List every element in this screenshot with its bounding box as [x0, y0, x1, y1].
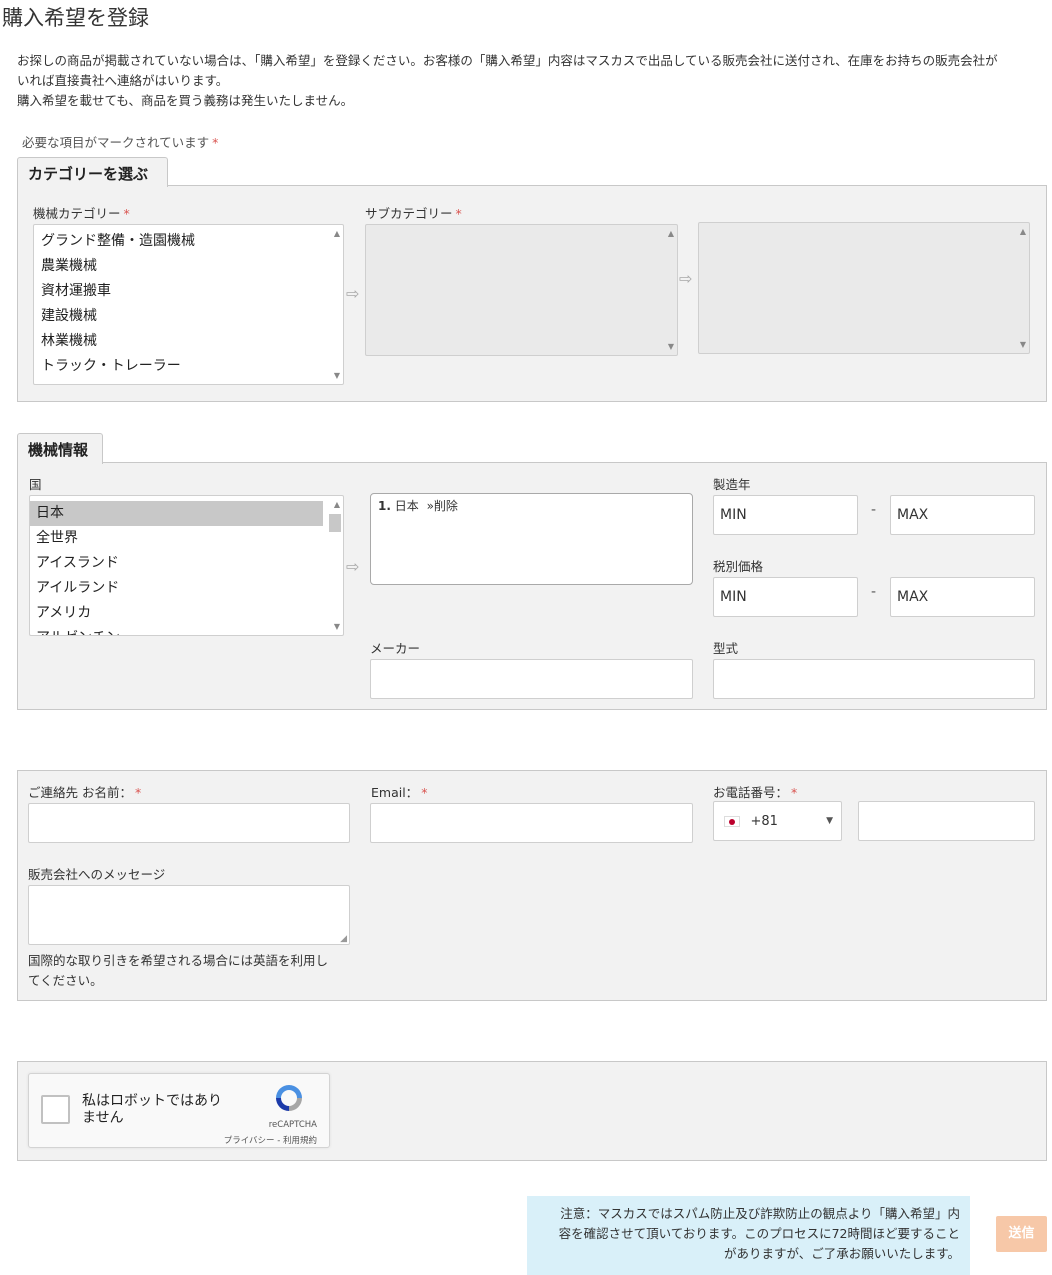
- list-item[interactable]: アイスランド: [30, 551, 323, 576]
- email-label: Email： *: [371, 785, 428, 800]
- scroll-down-icon[interactable]: ▼: [334, 371, 340, 380]
- message-label: 販売会社へのメッセージ: [28, 867, 166, 882]
- selected-country: 日本: [394, 499, 419, 513]
- message-hint: 国際的な取り引きを希望される場合には英語を利用し てください。: [28, 953, 329, 988]
- recaptcha-widget: 私はロボットではあり ません reCAPTCHA プライバシー - 利用規約: [28, 1073, 330, 1148]
- recaptcha-brand: reCAPTCHA: [268, 1120, 317, 1130]
- phone-input[interactable]: [858, 801, 1035, 841]
- list-item[interactable]: アルゼンチン: [30, 626, 323, 635]
- range-dash: -: [871, 584, 877, 600]
- list-item[interactable]: 日本: [30, 501, 323, 526]
- year-label: 製造年: [713, 477, 751, 492]
- model-label: 型式: [713, 641, 739, 656]
- captcha-label: 私はロボットではあり ません: [82, 1093, 222, 1126]
- country-list[interactable]: 日本 全世界 アイスランド アイルランド アメリカ アルゼンチン ▲ ▼: [29, 495, 344, 636]
- machine-category-label: 機械カテゴリー *: [33, 206, 130, 221]
- list-item[interactable]: グランド整備・造園機械: [34, 229, 343, 254]
- country-label: 国: [29, 477, 42, 492]
- subcategory-list[interactable]: ▲ ▼: [365, 224, 678, 356]
- name-input[interactable]: [28, 803, 350, 843]
- sub-subcategory-list[interactable]: ▲ ▼: [698, 222, 1030, 354]
- intro-line: 購入希望を載せても、商品を買う義務は発生いたしません。: [17, 93, 354, 108]
- intro-line: お探しの商品が掲載されていない場合は、「購入希望」を登録ください。お客様の「購入…: [17, 53, 998, 68]
- spam-notice: 注意：マスカスではスパム防止及び詐欺防止の観点より「購入希望」内 容を確認させて…: [527, 1196, 970, 1275]
- message-textarea[interactable]: ◢: [28, 885, 350, 945]
- list-item[interactable]: アイルランド: [30, 576, 323, 601]
- list-item[interactable]: 農業機械: [34, 254, 343, 279]
- list-item[interactable]: 林業機械: [34, 329, 343, 354]
- machine-category-list[interactable]: グランド整備・造園機械 農業機械 資材運搬車 建設機械 林業機械 トラック・トレ…: [33, 224, 344, 385]
- resize-handle-icon[interactable]: ◢: [340, 934, 347, 944]
- price-max-input[interactable]: MAX: [890, 577, 1035, 617]
- intro-line: いれば直接貴社へ連絡がはいります。: [17, 73, 229, 88]
- required-note: 必要な項目がマークされています *: [22, 135, 219, 150]
- required-mark: *: [212, 135, 219, 150]
- list-item[interactable]: 資材運搬車: [34, 279, 343, 304]
- page-title: 購入希望を登録: [2, 6, 149, 30]
- scroll-up-icon[interactable]: ▲: [668, 229, 674, 238]
- range-dash: -: [871, 502, 877, 518]
- submit-button[interactable]: 送信: [996, 1216, 1047, 1252]
- email-input[interactable]: [370, 803, 693, 843]
- scroll-up-icon[interactable]: ▲: [334, 500, 340, 509]
- arrow-right-icon: ⇨: [679, 269, 693, 288]
- year-min-input[interactable]: MIN: [713, 495, 858, 535]
- caret-down-icon: ▼: [826, 816, 833, 826]
- country-code: +81: [750, 814, 778, 829]
- maker-label: メーカー: [370, 641, 421, 656]
- list-item[interactable]: アメリカ: [30, 601, 323, 626]
- model-input[interactable]: [713, 659, 1035, 699]
- tab-machine-info[interactable]: 機械情報: [17, 433, 103, 464]
- arrow-right-icon: ⇨: [346, 557, 360, 576]
- scroll-down-icon[interactable]: ▼: [334, 622, 340, 631]
- maker-input[interactable]: [370, 659, 693, 699]
- country-code-select[interactable]: +81 ▼: [713, 801, 842, 841]
- selected-countries-box: 1. 日本 »削除: [370, 493, 693, 585]
- recaptcha-links[interactable]: プライバシー - 利用規約: [224, 1134, 317, 1146]
- intro-text: お探しの商品が掲載されていない場合は、「購入希望」を登録ください。お客様の「購入…: [17, 51, 1047, 111]
- list-item[interactable]: トラック・トレーラー: [34, 354, 343, 379]
- name-label: ご連絡先 お名前： *: [28, 785, 142, 800]
- scroll-up-icon[interactable]: ▲: [334, 229, 340, 238]
- scroll-down-icon[interactable]: ▼: [668, 342, 674, 351]
- arrow-right-icon: ⇨: [346, 284, 360, 303]
- price-label: 税別価格: [713, 559, 764, 574]
- year-max-input[interactable]: MAX: [890, 495, 1035, 535]
- scroll-up-icon[interactable]: ▲: [1020, 227, 1026, 236]
- remove-link[interactable]: »削除: [427, 499, 458, 513]
- phone-label: お電話番号： *: [713, 785, 798, 800]
- tab-category[interactable]: カテゴリーを選ぶ: [17, 157, 168, 187]
- list-item[interactable]: 全世界: [30, 526, 323, 551]
- japan-flag-icon: [724, 815, 740, 827]
- price-min-input[interactable]: MIN: [713, 577, 858, 617]
- scroll-down-icon[interactable]: ▼: [1020, 340, 1026, 349]
- captcha-checkbox[interactable]: [41, 1095, 70, 1124]
- scrollbar-thumb[interactable]: [329, 514, 341, 532]
- recaptcha-logo-icon: [273, 1082, 305, 1114]
- list-item[interactable]: 建設機械: [34, 304, 343, 329]
- subcategory-label: サブカテゴリー *: [365, 206, 462, 221]
- selected-index: 1.: [378, 499, 391, 513]
